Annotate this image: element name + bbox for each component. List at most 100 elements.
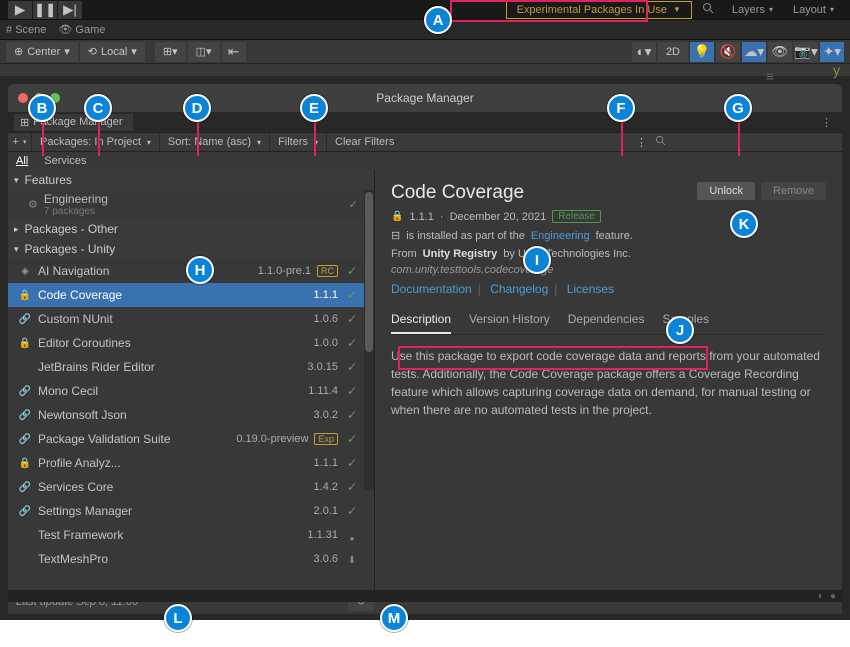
- shading-dropdown[interactable]: ◐▾: [632, 42, 656, 62]
- package-version: 1.0.6: [314, 313, 338, 325]
- filter-services[interactable]: Services: [36, 153, 94, 169]
- camera-dropdown[interactable]: 📷▾: [794, 42, 818, 62]
- package-icon: ⊞: [20, 116, 29, 129]
- row-icon: 🔗: [18, 314, 32, 325]
- tab-description[interactable]: Description: [391, 308, 451, 334]
- package-row[interactable]: 🔗 Services Core 1.4.2 ✓: [8, 475, 374, 499]
- snap-icon-button[interactable]: ⇤: [222, 42, 246, 62]
- unlock-button[interactable]: Unlock: [697, 182, 755, 200]
- pivot-center-dropdown[interactable]: ⊕Center▾: [6, 42, 78, 62]
- pause-button[interactable]: ❚❚: [33, 1, 57, 19]
- layers-dropdown[interactable]: Layers▾: [724, 2, 781, 18]
- package-name: Custom NUnit: [38, 312, 308, 326]
- status-icon: ✓: [344, 408, 360, 422]
- status-icon: [344, 552, 360, 566]
- package-row[interactable]: 🔗 Custom NUnit 1.0.6 ✓: [8, 307, 374, 331]
- grid-snap-dropdown[interactable]: ⊞▾: [155, 42, 186, 62]
- filter-all[interactable]: All: [8, 153, 36, 169]
- package-version: 3.0.2: [314, 409, 338, 421]
- scene-tab[interactable]: # Scene: [6, 24, 46, 36]
- play-button[interactable]: ▶: [8, 1, 32, 19]
- package-list: Features ⚙ Engineering 7 packages ✓ Pack…: [8, 170, 375, 590]
- package-row[interactable]: JetBrains Rider Editor 3.0.15 ✓: [8, 355, 374, 379]
- search-icon[interactable]: [702, 2, 714, 17]
- search-input[interactable]: [674, 135, 834, 150]
- step-button[interactable]: ▶|: [58, 1, 82, 19]
- lighting-toggle[interactable]: 💡: [690, 42, 714, 62]
- audio-toggle[interactable]: 🔇: [716, 42, 740, 62]
- package-name: Services Core: [38, 480, 308, 494]
- marker-J: J: [666, 316, 694, 344]
- package-version: 0.19.0-preview: [236, 433, 308, 445]
- tab-version-history[interactable]: Version History: [469, 308, 550, 334]
- game-tab[interactable]: 👁 Game: [58, 23, 105, 36]
- release-tag: Release: [552, 210, 601, 223]
- package-name: Settings Manager: [38, 504, 308, 518]
- package-row[interactable]: Test Framework 1.1.31: [8, 523, 374, 547]
- package-row[interactable]: 🔒 Profile Analyz... 1.1.1 ✓: [8, 451, 374, 475]
- section-packages-other[interactable]: Packages - Other: [8, 219, 374, 239]
- package-name: Profile Analyz...: [38, 456, 308, 470]
- section-features[interactable]: Features: [8, 170, 374, 190]
- fx-dropdown[interactable]: ☁▾: [742, 42, 766, 62]
- package-row[interactable]: 🔗 Package Validation Suite 0.19.0-previe…: [8, 427, 374, 451]
- licenses-link[interactable]: Licenses: [567, 282, 614, 296]
- experimental-packages-button[interactable]: Experimental Packages In Use ▼: [506, 1, 692, 19]
- search-icon: [655, 135, 666, 149]
- row-icon: 🔗: [18, 434, 32, 445]
- package-name: TextMeshPro: [38, 552, 308, 566]
- footer-icon-2[interactable]: ●: [830, 591, 836, 602]
- feature-link[interactable]: Engineering: [531, 230, 590, 242]
- package-version: 1.1.1: [314, 457, 338, 469]
- snap-increment-dropdown[interactable]: ◫▾: [188, 42, 220, 62]
- experimental-label: Experimental Packages In Use: [517, 4, 667, 16]
- package-name: Test Framework: [38, 528, 301, 542]
- local-global-dropdown[interactable]: ⟲Local▾: [80, 42, 145, 62]
- scrollbar-thumb[interactable]: [365, 192, 373, 352]
- window-close-button[interactable]: [18, 93, 28, 103]
- marker-B: B: [28, 94, 56, 122]
- status-icon: ✓: [344, 456, 360, 470]
- chevron-down-icon: ▼: [673, 5, 681, 14]
- marker-M: M: [380, 604, 408, 632]
- package-name: AI Navigation: [38, 264, 252, 278]
- gizmos-dropdown[interactable]: ✦▾: [820, 42, 844, 62]
- package-row[interactable]: 🔒 Code Coverage 1.1.1 ✓: [8, 283, 374, 307]
- package-version: 1.1.0-pre.1: [258, 265, 311, 277]
- status-icon: ✓: [344, 504, 360, 518]
- drag-handle-icon[interactable]: ≡: [766, 68, 772, 84]
- package-name: Newtonsoft Json: [38, 408, 308, 422]
- package-row[interactable]: 🔒 Editor Coroutines 1.0.0 ✓: [8, 331, 374, 355]
- add-package-button[interactable]: +▾: [8, 133, 32, 151]
- package-row[interactable]: 🔗 Settings Manager 2.0.1 ✓: [8, 499, 374, 523]
- package-row[interactable]: 🔗 Newtonsoft Json 3.0.2 ✓: [8, 403, 374, 427]
- documentation-link[interactable]: Documentation: [391, 282, 472, 296]
- hidden-toggle[interactable]: 👁: [768, 42, 792, 62]
- package-row[interactable]: TextMeshPro 3.0.6: [8, 547, 374, 571]
- advanced-menu-button[interactable]: ⋮: [636, 136, 647, 149]
- status-icon: ✓: [344, 288, 360, 302]
- tab-dependencies[interactable]: Dependencies: [568, 308, 645, 334]
- footer-icon-1[interactable]: ◐: [818, 591, 824, 602]
- package-version: 1.4.2: [314, 481, 338, 493]
- box-icon: ⊟: [391, 229, 400, 242]
- layout-dropdown[interactable]: Layout▾: [785, 2, 842, 18]
- section-packages-unity[interactable]: Packages - Unity: [8, 239, 374, 259]
- remove-button[interactable]: Remove: [761, 182, 826, 200]
- sort-dropdown[interactable]: Sort: Name (asc): [160, 133, 270, 151]
- package-row[interactable]: 🔗 Mono Cecil 1.11.4 ✓: [8, 379, 374, 403]
- package-name: Editor Coroutines: [38, 336, 308, 350]
- row-icon: 🔗: [18, 506, 32, 517]
- filters-dropdown[interactable]: Filters: [270, 133, 327, 151]
- 2d-toggle[interactable]: 2D: [658, 42, 688, 62]
- tab-menu-button[interactable]: ⋮: [821, 116, 832, 129]
- marker-E: E: [300, 94, 328, 122]
- changelog-link[interactable]: Changelog: [490, 282, 548, 296]
- packages-scope-dropdown[interactable]: Packages: In Project: [32, 133, 160, 151]
- marker-G: G: [724, 94, 752, 122]
- clear-filters-button[interactable]: Clear Filters: [327, 133, 402, 151]
- feature-engineering[interactable]: ⚙ Engineering 7 packages ✓: [8, 190, 374, 219]
- package-name: JetBrains Rider Editor: [38, 360, 301, 374]
- marker-A: A: [424, 6, 452, 34]
- marker-D: D: [183, 94, 211, 122]
